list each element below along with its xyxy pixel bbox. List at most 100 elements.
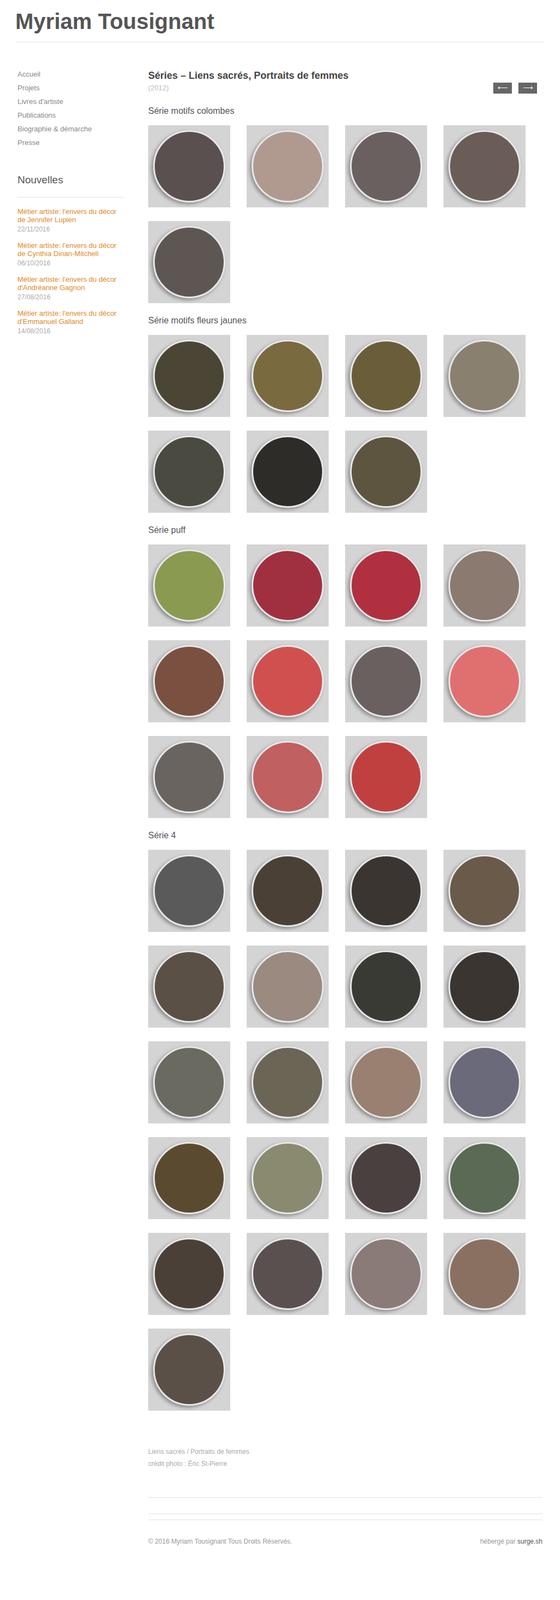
news-link[interactable]: Métier artiste: l'envers du décor d'Emma… <box>17 308 125 326</box>
series-title: Série motifs colombes <box>148 105 543 117</box>
news-list: Métier artiste: l'envers du décor de Jen… <box>17 207 125 336</box>
copyright: © 2016 Myriam Tousignant Tous Droits Rés… <box>148 1535 293 1546</box>
thumbnail[interactable] <box>345 639 428 722</box>
thumbnail[interactable] <box>246 544 329 627</box>
thumbnail[interactable] <box>443 849 526 932</box>
portrait-plate <box>448 644 521 717</box>
pager-button[interactable]: ⟵ <box>493 82 512 94</box>
thumbnail[interactable] <box>148 735 231 818</box>
nav-item[interactable]: Presse <box>17 137 125 148</box>
series: Série puff <box>148 524 543 818</box>
portrait-plate <box>448 1045 521 1118</box>
portrait-plate <box>350 130 423 203</box>
thumbnail[interactable] <box>148 1327 231 1410</box>
portrait-plate <box>448 854 521 927</box>
nav-item[interactable]: Accueil <box>17 69 125 79</box>
site-title[interactable]: Myriam Tousignant <box>15 8 545 34</box>
thumbnail[interactable] <box>443 544 526 627</box>
thumbnail[interactable] <box>148 334 231 417</box>
nav-item[interactable]: Projets <box>17 83 125 93</box>
thumbnail[interactable] <box>148 125 231 208</box>
nav-item[interactable]: Biographie & démarche <box>17 124 125 134</box>
pager-button[interactable]: ⟶ <box>518 82 538 94</box>
portrait-plate <box>153 435 226 508</box>
news-link[interactable]: Métier artiste: l'envers du décor de Cyn… <box>17 241 125 258</box>
portrait-plate <box>350 949 423 1023</box>
portrait-plate <box>251 1045 324 1118</box>
portrait-plate <box>350 740 423 813</box>
thumb-grid <box>148 849 526 1410</box>
thumbnail[interactable] <box>246 945 329 1028</box>
hosted: hébergé par surge.sh <box>480 1535 543 1546</box>
thumbnail[interactable] <box>148 544 231 627</box>
thumbnail[interactable] <box>345 1136 428 1219</box>
thumbnail[interactable] <box>443 1232 526 1315</box>
thumbnail[interactable] <box>345 125 428 208</box>
thumbnail[interactable] <box>345 849 428 932</box>
thumbnail[interactable] <box>148 430 231 513</box>
series-title: Série puff <box>148 524 543 536</box>
thumbnail[interactable] <box>443 1040 526 1123</box>
thumbnail[interactable] <box>443 1136 526 1219</box>
nav-item[interactable]: Livres d'artiste <box>17 96 125 107</box>
nav: Accueil Projets Livres d'artiste Publicatio… <box>17 69 125 148</box>
thumbnail[interactable] <box>148 220 231 303</box>
host-link[interactable]: surge.sh <box>517 1536 543 1545</box>
thumbnail[interactable] <box>345 544 428 627</box>
portrait-plate <box>153 339 226 412</box>
site-header: Myriam Tousignant <box>15 0 545 43</box>
nav-item[interactable]: Publications <box>17 110 125 120</box>
thumbnail[interactable] <box>246 639 329 722</box>
caption-line: crédit photo : Éric St-Pierre <box>148 1456 543 1469</box>
portrait-plate <box>448 549 521 622</box>
news-date: 22/11/2016 <box>17 224 125 234</box>
portrait-plate <box>251 644 324 717</box>
thumbnail[interactable] <box>345 334 428 417</box>
thumbnail[interactable] <box>246 334 329 417</box>
thumbnail[interactable] <box>148 1040 231 1123</box>
thumbnail[interactable] <box>246 735 329 818</box>
news-date: 27/08/2016 <box>17 292 125 302</box>
page: Myriam Tousignant Accueil Projets Livres d'… <box>0 0 560 1600</box>
thumbnail[interactable] <box>345 1040 428 1123</box>
portrait-plate <box>153 1141 226 1214</box>
thumbnail[interactable] <box>246 849 329 932</box>
thumbnail[interactable] <box>246 1040 329 1123</box>
thumbnail[interactable] <box>443 639 526 722</box>
thumbnail[interactable] <box>246 1232 329 1315</box>
news-link[interactable]: Métier artiste: l'envers du décor de Jen… <box>17 207 125 224</box>
thumbnail[interactable] <box>148 1232 231 1315</box>
portrait-plate <box>251 854 324 927</box>
thumbnail[interactable] <box>345 1232 428 1315</box>
footer: © 2016 Myriam Tousignant Tous Droits Rés… <box>148 1535 543 1546</box>
news-link[interactable]: Métier artiste: l'envers du décor d'Andr… <box>17 275 125 292</box>
thumbnail[interactable] <box>148 1136 231 1219</box>
portrait-plate <box>251 1237 324 1310</box>
portrait-plate <box>350 435 423 508</box>
thumbnail[interactable] <box>246 1136 329 1219</box>
portrait-plate <box>448 339 521 412</box>
thumbnail[interactable] <box>443 945 526 1028</box>
thumbnail[interactable] <box>246 125 329 208</box>
series: Série 4 <box>148 829 543 1410</box>
thumbnail[interactable] <box>443 334 526 417</box>
thumbnail[interactable] <box>345 945 428 1028</box>
news-item: Métier artiste: l'envers du décor de Cyn… <box>17 241 125 268</box>
series-title: Série motifs fleurs jaunes <box>148 315 543 326</box>
portrait-plate <box>153 1332 226 1405</box>
thumbnail[interactable] <box>148 639 231 722</box>
thumbnail[interactable] <box>345 735 428 818</box>
thumbnail[interactable] <box>443 125 526 208</box>
news-item: Métier artiste: l'envers du décor d'Emma… <box>17 308 125 336</box>
thumbnail[interactable] <box>246 430 329 513</box>
sidebar: Accueil Projets Livres d'artiste Publicatio… <box>17 69 125 1546</box>
thumbnail[interactable] <box>148 945 231 1028</box>
portrait-plate <box>153 549 226 622</box>
portrait-plate <box>350 644 423 717</box>
thumbnail[interactable] <box>345 430 428 513</box>
portrait-plate <box>153 130 226 203</box>
news-heading: Nouvelles <box>17 172 125 198</box>
thumbnail[interactable] <box>148 849 231 932</box>
main: Séries – Liens sacrés, Portraits de femm… <box>148 69 543 1546</box>
portrait-plate <box>153 225 226 299</box>
